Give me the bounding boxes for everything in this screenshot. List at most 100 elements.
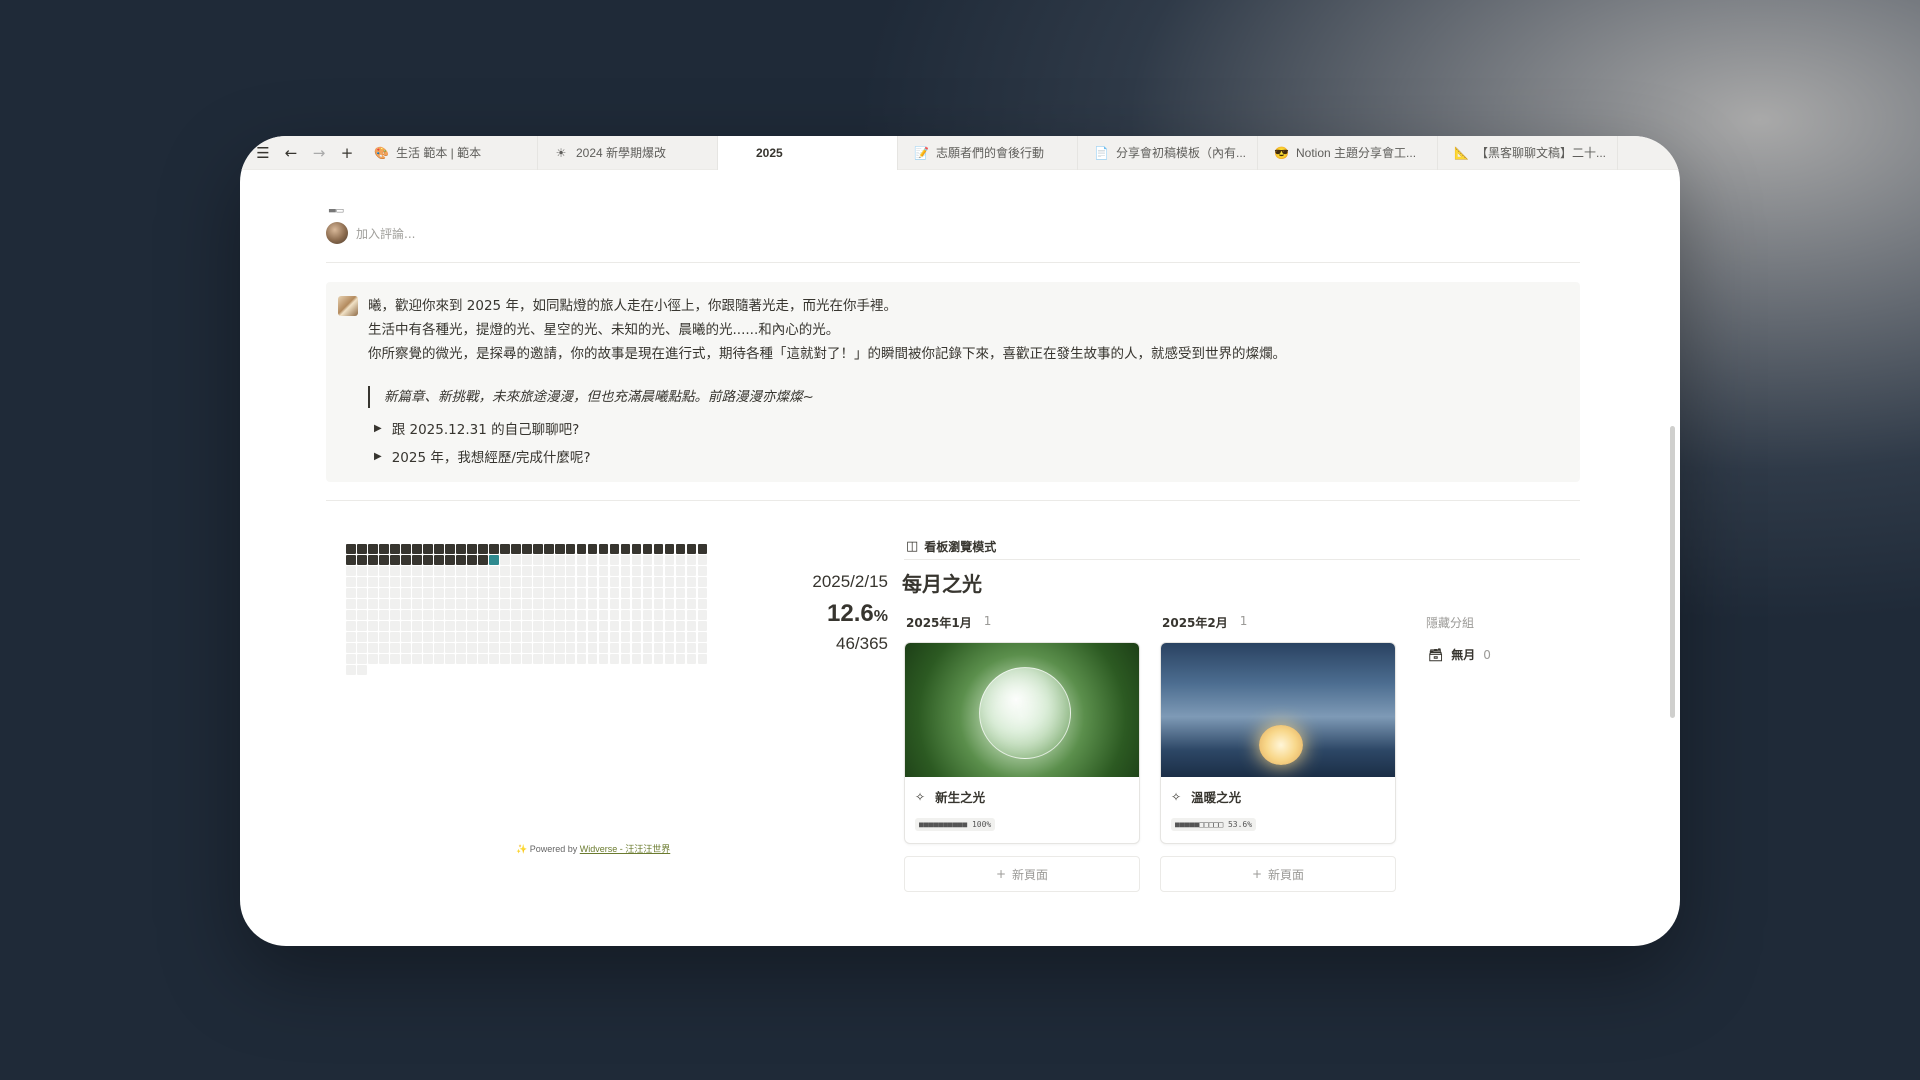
day-dot	[587, 565, 598, 576]
tab-3[interactable]: 📝 志願者們的會後行動	[898, 136, 1078, 170]
day-dot	[510, 587, 521, 598]
day-dot	[554, 576, 565, 587]
glow-orb-shape	[1259, 725, 1303, 765]
vertical-scrollbar[interactable]	[1670, 426, 1675, 718]
card-progress: ■■■■■□□□□□ 53.6%	[1171, 818, 1257, 831]
divider	[326, 262, 1580, 263]
callout-line-2: 生活中有各種光，提燈的光、星空的光、未知的光、晨曦的光......和內心的光。	[368, 322, 840, 338]
day-dot	[576, 598, 587, 609]
day-dot	[664, 653, 675, 664]
day-dot	[422, 587, 433, 598]
day-dot	[532, 609, 543, 620]
day-dot	[466, 587, 477, 598]
day-dot	[686, 576, 697, 587]
day-dot	[346, 587, 356, 598]
new-page-button-1[interactable]: + 新頁面	[904, 856, 1140, 892]
tab-4[interactable]: 📄 分享會初稿模板（內有...	[1078, 136, 1258, 170]
day-dot	[609, 576, 620, 587]
tab-0[interactable]: 🎨 生活 範本 | 範本	[358, 136, 538, 170]
tab-1[interactable]: ☀ 2024 新學期爆改	[538, 136, 718, 170]
board-view-tab[interactable]: ◫ 看板瀏覽模式	[904, 534, 1580, 560]
powered-prefix: ✨ Powered by	[516, 844, 580, 854]
day-dot	[565, 544, 576, 554]
day-dot	[532, 565, 543, 576]
day-dot	[565, 587, 576, 598]
day-dot	[554, 642, 565, 653]
day-dot	[532, 631, 543, 642]
day-dot	[422, 631, 433, 642]
day-dot	[532, 653, 543, 664]
toggle-triangle-icon[interactable]: ▶	[374, 451, 382, 462]
progress-percent-value: 12.6	[827, 600, 874, 627]
day-dot	[477, 544, 488, 554]
day-dot	[554, 565, 565, 576]
day-dot	[521, 544, 532, 554]
back-arrow-icon[interactable]: ←	[280, 142, 302, 164]
hidden-group-no-month[interactable]: 🗃 無月 0	[1428, 646, 1491, 663]
tab-2-active[interactable]: 2025	[718, 136, 898, 170]
day-dot	[455, 598, 466, 609]
tab-5[interactable]: 😎 Notion 主題分享會工...	[1258, 136, 1438, 170]
day-dot	[356, 576, 367, 587]
board-title[interactable]: 每月之光	[902, 568, 982, 597]
day-dot	[653, 576, 664, 587]
progress-date: 2025/2/15	[812, 572, 888, 591]
menu-icon[interactable]: ☰	[252, 142, 274, 164]
day-dot	[378, 653, 389, 664]
day-dot	[488, 598, 499, 609]
day-dot	[367, 576, 378, 587]
day-dot	[389, 587, 400, 598]
day-dot	[620, 598, 631, 609]
card-title: 新生之光	[935, 790, 986, 805]
day-dot	[433, 598, 444, 609]
day-dot	[356, 587, 367, 598]
comment-placeholder[interactable]: 加入評論...	[356, 225, 415, 242]
comment-row[interactable]: 加入評論...	[326, 222, 415, 244]
board-column-header-2[interactable]: 2025年2月 1	[1162, 614, 1247, 631]
day-dot	[642, 544, 653, 554]
toggle-item-2[interactable]: ▶ 2025 年，我想經歷/完成什麼呢?	[374, 446, 591, 466]
callout-image-icon[interactable]	[338, 296, 358, 316]
day-dot	[455, 565, 466, 576]
day-dot	[675, 620, 686, 631]
day-dot	[686, 544, 697, 554]
board-card-1[interactable]: ✧ 新生之光 ■■■■■■■■■■ 100%	[904, 642, 1140, 844]
powered-link[interactable]: Widverse - 汪汪汪世界	[580, 844, 671, 854]
day-dot	[433, 587, 444, 598]
day-dot	[499, 653, 510, 664]
day-dot	[400, 598, 411, 609]
toggle-item-1[interactable]: ▶ 跟 2025.12.31 的自己聊聊吧?	[374, 418, 579, 438]
day-dot	[620, 642, 631, 653]
day-dot	[576, 544, 587, 554]
day-dot	[609, 554, 620, 565]
day-dot	[532, 554, 543, 565]
day-dot	[543, 598, 554, 609]
day-dot	[554, 587, 565, 598]
day-dot	[565, 554, 576, 565]
card-cover-image	[1161, 643, 1395, 777]
tab-6[interactable]: 📐 【黑客聊聊文稿】二十...	[1438, 136, 1618, 170]
day-dot	[367, 631, 378, 642]
forward-arrow-icon[interactable]: →	[308, 142, 330, 164]
day-dot	[554, 544, 565, 554]
board-column-header-1[interactable]: 2025年1月 1	[906, 614, 991, 631]
day-dot	[389, 620, 400, 631]
toggle-triangle-icon[interactable]: ▶	[374, 423, 382, 434]
day-dot	[477, 609, 488, 620]
day-dot	[686, 598, 697, 609]
new-tab-icon[interactable]: +	[336, 142, 358, 164]
day-dot	[433, 576, 444, 587]
day-dot	[675, 598, 686, 609]
card-title-row: ✧ 新生之光	[905, 777, 1139, 812]
day-dot	[400, 576, 411, 587]
day-dot	[466, 554, 477, 565]
day-dot	[543, 554, 554, 565]
board-card-2[interactable]: ✧ 溫暖之光 ■■■■■□□□□□ 53.6%	[1160, 642, 1396, 844]
new-page-button-2[interactable]: + 新頁面	[1160, 856, 1396, 892]
day-dot	[653, 631, 664, 642]
day-dot	[499, 544, 510, 554]
day-dot	[609, 642, 620, 653]
day-dot	[631, 620, 642, 631]
day-dot	[356, 544, 367, 554]
day-dot	[356, 642, 367, 653]
